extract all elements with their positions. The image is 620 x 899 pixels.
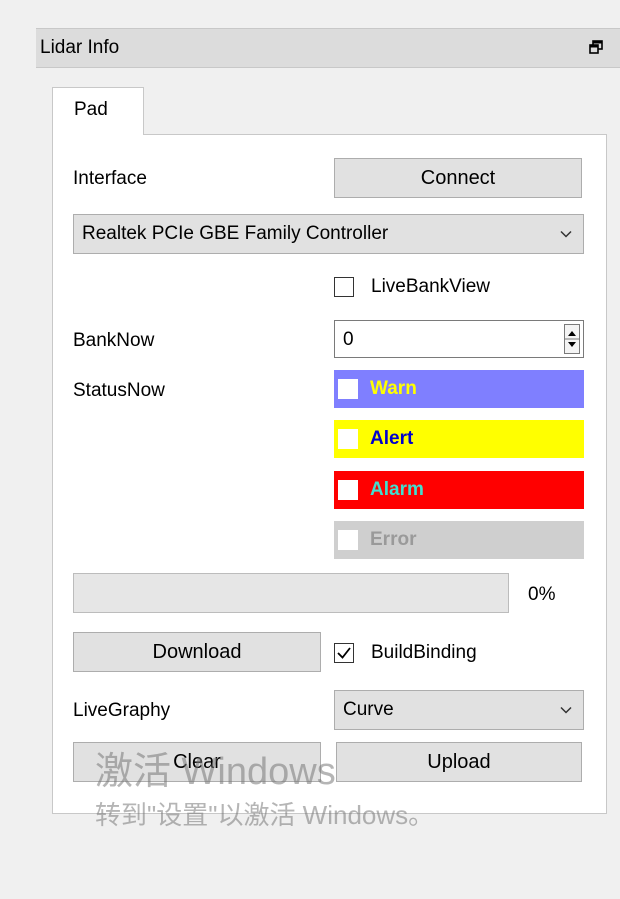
status-alarm-label: Alarm: [370, 479, 424, 500]
status-warn: Warn: [334, 370, 584, 408]
status-error: Error: [334, 521, 584, 559]
window-titlebar[interactable]: Lidar Info ✕: [36, 28, 620, 68]
upload-button-label: Upload: [427, 750, 491, 773]
connect-button-label: Connect: [420, 166, 496, 189]
tab-pad[interactable]: Pad: [52, 87, 144, 135]
spin-arrows-icon[interactable]: [564, 324, 580, 354]
status-alert: Alert: [334, 420, 584, 458]
status-error-label: Error: [370, 529, 417, 550]
status-indicator-box: [338, 530, 358, 550]
chevron-down-icon: [559, 225, 573, 239]
bank-now-label: BankNow: [73, 330, 155, 351]
network-adapter-value: Realtek PCIe GBE Family Controller: [82, 223, 389, 244]
status-indicator-box: [338, 480, 358, 500]
status-warn-label: Warn: [370, 378, 417, 399]
download-button[interactable]: Download: [73, 632, 321, 672]
tab-label: Pad: [74, 99, 108, 120]
live-graphy-select[interactable]: Curve: [334, 690, 584, 730]
build-binding-checkbox[interactable]: [334, 643, 354, 663]
bank-now-spinbox[interactable]: 0: [334, 320, 584, 358]
chevron-down-icon: [559, 701, 573, 715]
interface-label: Interface: [73, 168, 147, 189]
live-graphy-label: LiveGraphy: [73, 700, 171, 721]
network-adapter-select[interactable]: Realtek PCIe GBE Family Controller: [73, 214, 584, 254]
status-alert-label: Alert: [370, 428, 414, 449]
live-graphy-value: Curve: [343, 699, 394, 720]
live-bank-view-label: LiveBankView: [371, 276, 491, 297]
build-binding-label: BuildBinding: [371, 642, 477, 663]
connect-button[interactable]: Connect: [334, 158, 582, 198]
float-window-icon[interactable]: [589, 38, 603, 54]
status-indicator-box: [338, 429, 358, 449]
window-title: Lidar Info: [40, 37, 120, 58]
clear-button[interactable]: Clear: [73, 742, 321, 782]
status-indicator-box: [338, 379, 358, 399]
download-button-label: Download: [152, 640, 242, 663]
status-alarm: Alarm: [334, 471, 584, 509]
upload-button[interactable]: Upload: [336, 742, 582, 782]
progress-percent: 0%: [528, 584, 556, 605]
download-progress-bar: [73, 573, 509, 613]
checkmark-icon: [337, 647, 351, 659]
bank-now-value: 0: [343, 329, 354, 350]
clear-button-label: Clear: [173, 750, 221, 773]
status-now-label: StatusNow: [73, 380, 165, 401]
live-bank-view-checkbox[interactable]: [334, 277, 354, 297]
